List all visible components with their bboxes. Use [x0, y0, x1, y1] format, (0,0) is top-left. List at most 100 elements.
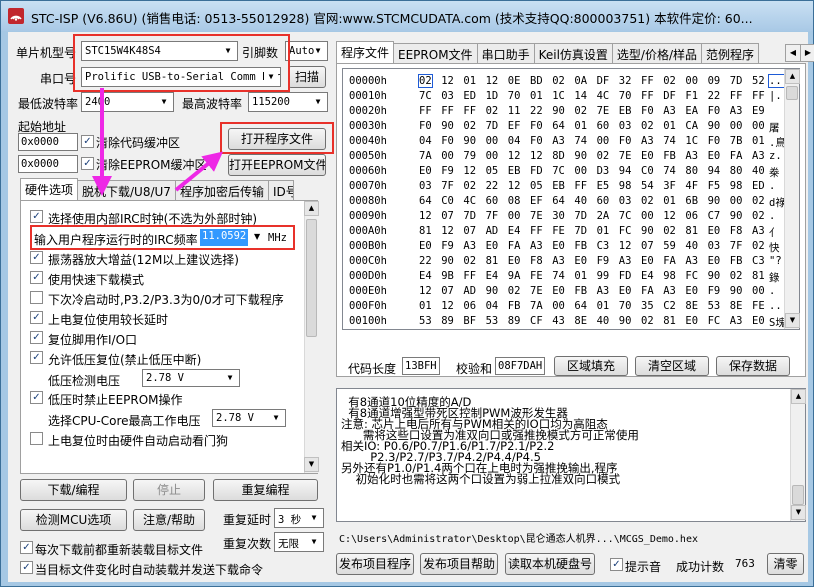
hex-byte[interactable]: F9	[441, 240, 454, 252]
sound-checkbox[interactable]: ✓	[610, 558, 623, 571]
hex-byte[interactable]: 64	[419, 195, 432, 207]
hex-byte[interactable]: 64	[552, 195, 565, 207]
hex-byte[interactable]: FB	[508, 300, 521, 312]
hex-byte[interactable]: 30	[552, 210, 565, 222]
hex-byte[interactable]: 00	[597, 135, 610, 147]
hex-byte-cursor[interactable]: 02	[418, 74, 433, 88]
clear-area-button[interactable]: 清空区域	[635, 356, 709, 376]
hex-byte[interactable]: 53	[708, 300, 721, 312]
hex-byte[interactable]: 05	[530, 180, 543, 192]
area-fill-button[interactable]: 区域填充	[554, 356, 628, 376]
hex-byte[interactable]: EB	[508, 165, 521, 177]
hex-byte[interactable]: 02	[663, 75, 676, 87]
hex-byte[interactable]: FC	[685, 270, 698, 282]
auto-load-checkbox[interactable]: ✓	[20, 561, 33, 574]
hex-byte[interactable]: F8	[730, 225, 743, 237]
hex-byte[interactable]: C2	[663, 300, 676, 312]
hex-byte[interactable]: F0	[441, 135, 454, 147]
hex-byte[interactable]: FB	[574, 240, 587, 252]
tab-example-programs[interactable]: 范例程序	[701, 43, 760, 63]
hex-byte[interactable]: 7B	[730, 135, 743, 147]
hex-byte[interactable]: ED	[463, 90, 476, 102]
hex-byte[interactable]: A3	[663, 285, 676, 297]
lv-detect-select[interactable]: 2.78 V ▼	[142, 369, 240, 387]
log-scrollbar[interactable]: ▲ ▼	[790, 389, 806, 521]
hex-byte[interactable]: A3	[685, 255, 698, 267]
hex-byte[interactable]: 40	[752, 165, 765, 177]
hex-byte[interactable]: E4	[508, 225, 521, 237]
hex-byte[interactable]: E0	[752, 315, 765, 327]
hex-byte[interactable]: 52	[752, 75, 765, 87]
read-disk-id-button[interactable]: 读取本机硬盘号	[505, 553, 595, 575]
hex-byte[interactable]: 7E	[619, 150, 632, 162]
hex-byte[interactable]: CF	[530, 315, 543, 327]
hex-byte[interactable]: 43	[552, 315, 565, 327]
hex-byte[interactable]: 7D	[463, 210, 476, 222]
hex-byte[interactable]: 7F	[730, 240, 743, 252]
hex-byte[interactable]: A3	[641, 135, 654, 147]
hex-byte[interactable]: F9	[597, 255, 610, 267]
hex-byte[interactable]: 7C	[552, 165, 565, 177]
hex-byte[interactable]: 0A	[574, 75, 587, 87]
hex-byte[interactable]: 40	[597, 315, 610, 327]
hex-byte[interactable]: 40	[574, 195, 587, 207]
hex-byte[interactable]: 02	[486, 105, 499, 117]
hex-byte[interactable]: F0	[708, 135, 721, 147]
hex-byte[interactable]: E0	[574, 255, 587, 267]
hex-byte[interactable]: 9B	[441, 270, 454, 282]
hex-byte[interactable]: C0	[441, 195, 454, 207]
hex-byte[interactable]: 90	[574, 150, 587, 162]
info-log[interactable]: 有8通道10位精度的A/D 有8通道增强型带死区控制PWM波形发生器 注意: 芯片…	[336, 388, 806, 522]
hex-byte[interactable]: A3	[552, 255, 565, 267]
hex-byte[interactable]: 02	[574, 105, 587, 117]
hex-byte[interactable]: E0	[419, 165, 432, 177]
hex-byte[interactable]: 60	[486, 195, 499, 207]
hex-byte[interactable]: 05	[486, 165, 499, 177]
hex-byte[interactable]: 06	[463, 300, 476, 312]
hex-byte[interactable]: 12	[486, 75, 499, 87]
hex-byte[interactable]: 03	[619, 195, 632, 207]
hex-byte[interactable]: 12	[508, 150, 521, 162]
hex-byte[interactable]: A3	[619, 255, 632, 267]
publish-help-button[interactable]: 发布项目帮助	[420, 553, 498, 575]
hex-byte[interactable]: 02	[597, 150, 610, 162]
hex-byte[interactable]: 11	[508, 105, 521, 117]
hex-byte[interactable]: E0	[641, 255, 654, 267]
hex-byte[interactable]: 12	[508, 180, 521, 192]
hex-byte[interactable]: FD	[530, 165, 543, 177]
hex-byte[interactable]: 02	[463, 255, 476, 267]
hex-byte[interactable]: 01	[530, 90, 543, 102]
tab-selection-price[interactable]: 选型/价格/样品	[611, 43, 702, 63]
hex-byte[interactable]: C3	[597, 240, 610, 252]
hex-byte[interactable]: FF	[574, 180, 587, 192]
hex-byte[interactable]: 01	[463, 75, 476, 87]
hex-byte[interactable]: E0	[641, 150, 654, 162]
hex-byte[interactable]: 12	[441, 300, 454, 312]
hex-byte[interactable]: 02	[641, 315, 654, 327]
hex-byte[interactable]: 02	[752, 195, 765, 207]
hex-byte[interactable]: A3	[752, 225, 765, 237]
hex-byte[interactable]: F9	[441, 165, 454, 177]
hex-byte[interactable]: 35	[641, 300, 654, 312]
hex-byte[interactable]: 8E	[730, 300, 743, 312]
hex-byte[interactable]: E4	[641, 270, 654, 282]
hex-byte[interactable]: 4C	[597, 90, 610, 102]
hex-byte[interactable]: 60	[597, 195, 610, 207]
hex-byte[interactable]: A3	[685, 150, 698, 162]
hex-byte[interactable]: 74	[663, 165, 676, 177]
hex-byte[interactable]: 8E	[574, 315, 587, 327]
save-data-button[interactable]: 保存数据	[716, 356, 790, 376]
hex-byte[interactable]: A3	[752, 150, 765, 162]
hex-byte[interactable]: EF	[530, 195, 543, 207]
lv-eeprom-checkbox[interactable]: ✓	[30, 391, 43, 404]
hex-byte[interactable]: 81	[419, 225, 432, 237]
hex-byte[interactable]: 7F	[441, 180, 454, 192]
scroll-down-icon[interactable]: ▼	[785, 313, 800, 328]
hex-byte[interactable]: 02	[752, 210, 765, 222]
hex-byte[interactable]: 7E	[597, 105, 610, 117]
hex-byte[interactable]: 06	[685, 210, 698, 222]
hex-byte[interactable]: A3	[463, 240, 476, 252]
hex-byte[interactable]: 81	[752, 270, 765, 282]
hex-byte[interactable]: FC	[619, 225, 632, 237]
hex-byte[interactable]: DF	[663, 90, 676, 102]
